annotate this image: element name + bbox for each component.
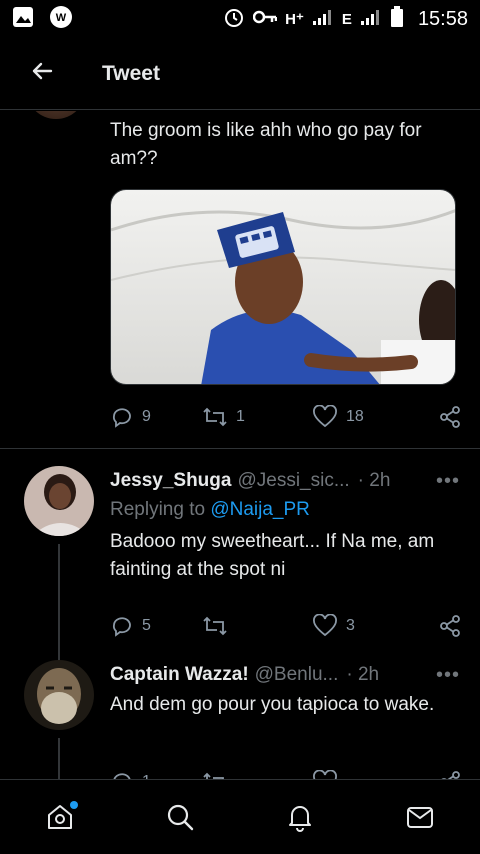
reply-button[interactable]: 1 — [110, 770, 202, 779]
replying-prefix: Replying to — [110, 499, 206, 520]
tweet-thread[interactable]: The groom is like ahh who go pay for am?… — [0, 111, 480, 779]
reply-count: 9 — [142, 408, 151, 425]
battery-icon — [390, 5, 404, 33]
messages-icon — [407, 807, 433, 828]
like-count: 3 — [346, 617, 355, 634]
user-handle[interactable]: @Jessi_sic... — [237, 470, 349, 492]
reply-text: And dem go pour you tapioca to wake. — [110, 694, 435, 715]
share-button[interactable] — [438, 770, 462, 779]
reply-count: 5 — [142, 617, 151, 634]
reply-icon — [112, 617, 131, 637]
alarm-icon — [223, 6, 245, 33]
like-count: 18 — [346, 408, 364, 425]
user-handle[interactable]: @Benlu... — [255, 664, 339, 686]
vpn-key-icon — [252, 9, 278, 29]
gallery-icon — [12, 6, 34, 33]
status-bar: W H⁺ E 15:58 — [0, 0, 480, 38]
notifications-icon — [289, 806, 311, 832]
search-icon — [167, 804, 194, 831]
nav-notifications[interactable] — [270, 787, 330, 847]
retweet-icon — [203, 407, 227, 427]
nav-messages[interactable] — [390, 787, 450, 847]
thread-line — [58, 738, 60, 779]
thread-line — [58, 544, 60, 664]
reply-text: Badooo my sweetheart... If Na me, am fai… — [110, 531, 435, 580]
reply-icon — [113, 773, 131, 779]
retweet-icon — [203, 616, 227, 636]
heart-icon — [313, 770, 337, 779]
new-content-dot — [70, 801, 78, 809]
tweet-image[interactable] — [110, 189, 456, 385]
share-icon — [441, 771, 460, 779]
clock: 15:58 — [417, 7, 468, 30]
display-name[interactable]: Captain Wazza! — [110, 664, 249, 686]
reply-button[interactable]: 5 — [110, 614, 202, 638]
avatar[interactable] — [24, 660, 94, 730]
avatar[interactable] — [26, 111, 86, 119]
heart-icon — [313, 405, 337, 428]
avatar[interactable] — [24, 466, 94, 536]
reply-tweet[interactable]: Jessy_Shuga @Jessi_sic... · 2h ••• Reply… — [0, 450, 480, 664]
retweet-button[interactable]: 1 — [202, 405, 312, 429]
retweet-button[interactable] — [202, 770, 312, 779]
reply-tweet[interactable]: Captain Wazza! @Benlu... · 2h ••• And de… — [0, 650, 480, 779]
share-icon — [440, 615, 460, 637]
more-options-icon[interactable]: ••• — [436, 664, 460, 687]
arrow-left-icon — [30, 59, 54, 88]
display-name[interactable]: Jessy_Shuga — [110, 470, 231, 492]
timestamp: · 2h — [346, 664, 380, 685]
like-button[interactable]: 3 — [312, 614, 422, 638]
nav-home[interactable] — [30, 787, 90, 847]
app-header: Tweet — [0, 38, 480, 110]
share-icon — [440, 406, 460, 428]
retweet-button[interactable] — [202, 614, 312, 638]
reply-header: Jessy_Shuga @Jessi_sic... · 2h ••• — [110, 468, 460, 494]
mention-link[interactable]: @Naija_PR — [210, 499, 310, 520]
retweet-icon — [203, 772, 224, 779]
nav-search[interactable] — [150, 787, 210, 847]
reply-header: Captain Wazza! @Benlu... · 2h ••• — [110, 662, 460, 688]
retweet-count: 1 — [236, 408, 245, 425]
main-tweet[interactable]: The groom is like ahh who go pay for am?… — [0, 111, 480, 449]
share-button[interactable] — [438, 614, 462, 638]
heart-icon — [313, 614, 337, 637]
network-type-2: E — [341, 10, 352, 28]
reply-button[interactable]: 9 — [110, 405, 202, 429]
network-type-1: H⁺ — [285, 11, 304, 28]
signal-icon — [312, 8, 334, 31]
page-title: Tweet — [102, 61, 160, 85]
tweet-actions: 1 — [110, 768, 462, 779]
like-button[interactable] — [312, 770, 422, 779]
tweet-actions: 9 1 18 — [110, 403, 462, 431]
replying-to: Replying to @Naija_PR — [110, 499, 310, 521]
svg-text:W: W — [56, 12, 67, 24]
tweet-actions: 5 3 — [110, 612, 462, 640]
reply-icon — [112, 408, 131, 428]
timestamp: · 2h — [357, 470, 391, 491]
more-options-icon[interactable]: ••• — [436, 470, 460, 493]
like-button[interactable]: 18 — [312, 405, 422, 429]
bottom-navigation — [0, 779, 480, 854]
share-button[interactable] — [438, 405, 462, 429]
whatsapp-business-icon: W — [48, 4, 74, 35]
signal-icon-2 — [360, 8, 382, 31]
tweet-text: The groom is like ahh who go pay for am?… — [110, 120, 422, 169]
back-button[interactable] — [0, 38, 84, 110]
